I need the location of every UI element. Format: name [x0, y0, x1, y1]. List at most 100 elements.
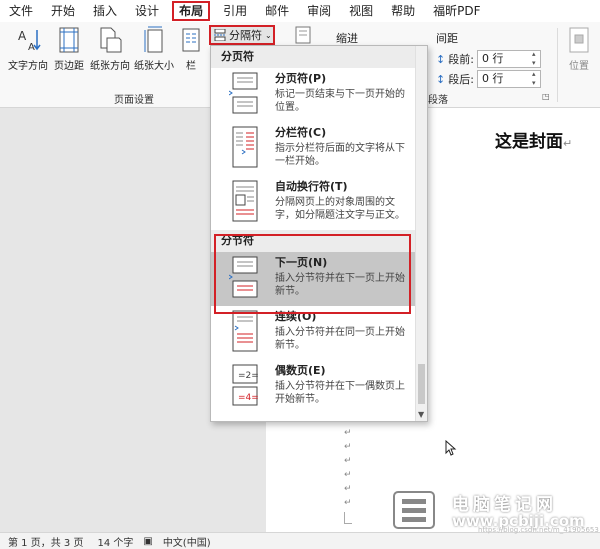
orientation-label: 纸张方向: [90, 61, 130, 72]
paragraph-mark: ↵: [344, 484, 352, 494]
space-after-label: 段后:: [448, 73, 474, 86]
columns-icon: [182, 28, 200, 52]
space-after-row: ↕ 段后: 0 行: [436, 70, 541, 88]
column-break-item[interactable]: 分栏符(C) 指示分栏符后面的文字将从下一栏开始。: [211, 122, 427, 176]
columns-button[interactable]: 栏: [180, 26, 202, 72]
text-wrapping-break-desc: 分隔网页上的对象周围的文字，如分隔题注文字与正文。: [275, 197, 405, 221]
menu-bar: 文件 开始 插入 设计 布局 引用 邮件 审阅 视图 帮助 福昕PDF: [0, 0, 600, 22]
status-language[interactable]: 中文(中国): [163, 534, 211, 549]
position-button[interactable]: 位置: [563, 26, 595, 72]
tab-foxit-pdf[interactable]: 福昕PDF: [424, 0, 489, 22]
even-page-section-icon: =2= =4=: [232, 364, 259, 406]
dialog-launcher-icon[interactable]: ◳: [542, 92, 550, 101]
tab-view[interactable]: 视图: [340, 0, 382, 22]
svg-text:A: A: [28, 42, 35, 53]
position-icon: [569, 27, 589, 53]
page-breaks-heading: 分页符: [211, 46, 427, 68]
svg-text:A: A: [18, 29, 27, 43]
column-break-icon: [232, 126, 258, 168]
text-wrapping-break-item[interactable]: 自动换行符(T) 分隔网页上的对象周围的文字，如分隔题注文字与正文。: [211, 176, 427, 230]
space-before-label: 段前:: [448, 53, 474, 66]
column-break-title: 分栏符(C): [275, 126, 327, 139]
paragraph-mark: ↵: [344, 456, 352, 466]
cover-text-content: 这是封面: [495, 132, 563, 152]
paragraph-mark: ↵: [344, 442, 352, 452]
page-break-title: 分页符(P): [275, 72, 327, 85]
page-break-icon: [229, 72, 258, 114]
position-label: 位置: [569, 61, 589, 72]
tab-help[interactable]: 帮助: [382, 0, 424, 22]
columns-label: 栏: [186, 61, 196, 72]
text-direction-label: 文字方向: [8, 61, 48, 72]
continuous-title: 连续(O): [275, 310, 317, 323]
space-before-input[interactable]: 0 行: [476, 50, 541, 68]
scrollbar-thumb[interactable]: [418, 364, 425, 404]
tab-design[interactable]: 设计: [126, 0, 168, 22]
margins-button[interactable]: 页边距: [52, 26, 86, 72]
tab-mailings[interactable]: 邮件: [256, 0, 298, 22]
tab-review[interactable]: 审阅: [298, 0, 340, 22]
watermark-logo-icon: [393, 491, 435, 529]
even-page-title: 偶数页(E): [275, 364, 326, 377]
paragraph-group-label: 段落: [428, 95, 448, 106]
breaks-label: 分隔符: [229, 29, 262, 42]
tab-layout[interactable]: 布局: [172, 1, 211, 21]
continuous-desc: 插入分节符并在同一页上开始新节。: [275, 327, 405, 351]
page-size-icon: [144, 26, 163, 53]
tab-references[interactable]: 引用: [214, 0, 256, 22]
chevron-down-icon: ⌄: [265, 30, 272, 40]
even-page-desc: 插入分节符并在下一偶数页上开始新节。: [275, 381, 405, 405]
margins-label: 页边距: [54, 61, 84, 72]
space-before-row: ↕ 段前: 0 行: [436, 50, 541, 68]
cover-text: 这是封面↵: [495, 127, 572, 152]
space-after-input[interactable]: 0 行: [476, 70, 541, 88]
continuous-section-icon: [232, 310, 258, 352]
size-label: 纸张大小: [134, 61, 174, 72]
status-bar: 第 1 页，共 3 页 14 个字 ▣ 中文(中国): [0, 532, 600, 549]
mouse-cursor-icon: [445, 440, 457, 456]
indent-label: 缩进: [336, 32, 358, 45]
orientation-icon: [100, 27, 122, 53]
page-break-item[interactable]: 分页符(P) 标记一页结束与下一页开始的位置。: [211, 68, 427, 122]
line-numbers-icon[interactable]: [292, 26, 314, 44]
paragraph-mark: ↵: [344, 428, 352, 438]
breaks-dropdown: 分页符 分页符(P) 标记一页结束与下一页开始的位置。 分栏符(C) 指示分栏符…: [210, 45, 428, 422]
section-breaks-heading: 分节符: [211, 230, 427, 252]
margin-corner-mark: [344, 512, 352, 524]
dropdown-scrollbar[interactable]: ▼: [415, 46, 427, 421]
paragraph-mark: ↵: [563, 137, 573, 150]
proofing-icon[interactable]: ▣: [143, 536, 152, 547]
ribbon-separator: [557, 28, 558, 102]
text-wrapping-break-title: 自动换行符(T): [275, 180, 348, 193]
next-page-desc: 插入分节符并在下一页上开始新节。: [275, 273, 405, 297]
breaks-icon: [214, 29, 226, 41]
text-wrapping-break-icon: [232, 180, 258, 222]
watermark: 电脑笔记网 www.pcbiji.com https://blog.csdn.n…: [388, 488, 600, 534]
status-words[interactable]: 14 个字: [97, 534, 133, 549]
watermark-sub: https://blog.csdn.net/m_41905653: [478, 526, 599, 534]
text-direction-icon: A A: [18, 29, 41, 53]
orientation-button[interactable]: 纸张方向: [88, 26, 132, 72]
svg-text:=2=: =2=: [238, 371, 259, 381]
next-page-section-break-item[interactable]: 下一页(N) 插入分节符并在下一页上开始新节。: [211, 252, 427, 306]
paragraph-mark: ↵: [344, 498, 352, 508]
space-before-icon: ↕: [436, 52, 446, 66]
scroll-down-icon[interactable]: ▼: [418, 410, 424, 419]
even-page-section-break-item[interactable]: =2= =4= 偶数页(E) 插入分节符并在下一偶数页上开始新节。: [211, 360, 427, 414]
svg-text:=4=: =4=: [238, 393, 259, 403]
next-page-title: 下一页(N): [275, 256, 328, 269]
breaks-button[interactable]: 分隔符 ⌄: [209, 25, 275, 45]
space-after-icon: ↕: [436, 72, 446, 86]
page-break-desc: 标记一页结束与下一页开始的位置。: [275, 89, 405, 113]
status-page[interactable]: 第 1 页，共 3 页: [8, 534, 83, 549]
paragraph-mark: ↵: [344, 470, 352, 480]
next-page-section-icon: [229, 256, 258, 298]
text-direction-button[interactable]: A A 文字方向: [6, 26, 50, 72]
spacing-label: 间距: [436, 32, 458, 45]
tab-insert[interactable]: 插入: [84, 0, 126, 22]
continuous-section-break-item[interactable]: 连续(O) 插入分节符并在同一页上开始新节。: [211, 306, 427, 360]
column-break-desc: 指示分栏符后面的文字将从下一栏开始。: [275, 143, 405, 167]
tab-home[interactable]: 开始: [42, 0, 84, 22]
size-button[interactable]: 纸张大小: [132, 26, 176, 72]
tab-file[interactable]: 文件: [0, 0, 42, 22]
